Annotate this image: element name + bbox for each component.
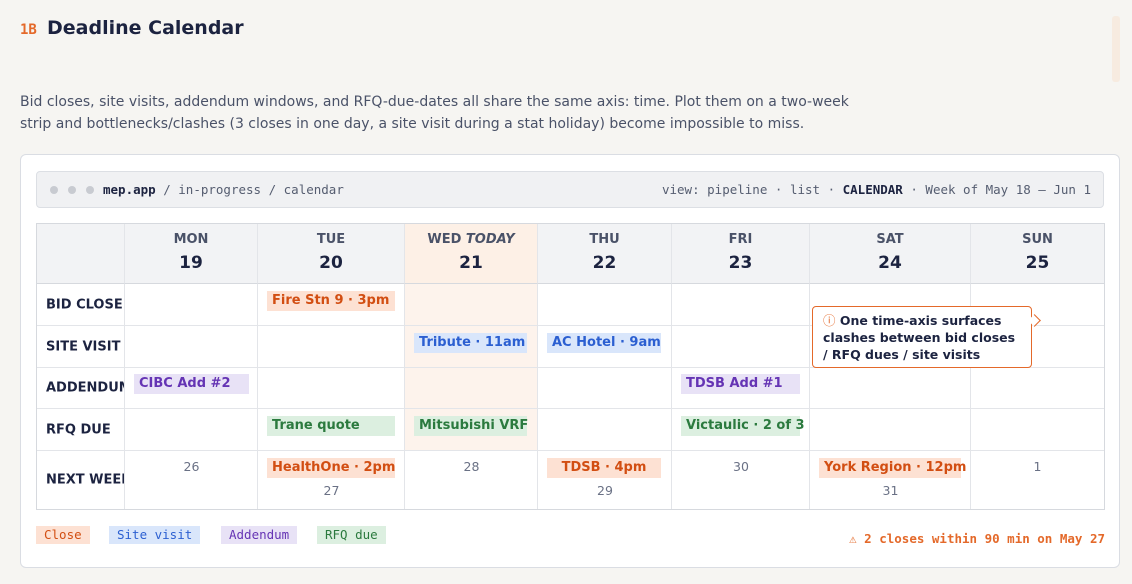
day-header-tue: TUE 20 <box>258 224 405 284</box>
date-number: 31 <box>882 483 899 498</box>
row-label-site-visit: SITE VISIT <box>37 326 125 368</box>
legend-close: Close <box>36 526 90 544</box>
calendar-cell[interactable] <box>405 284 538 326</box>
day-header-fri: FRI 23 <box>672 224 810 284</box>
corner-header <box>37 224 125 284</box>
date-number: 1 <box>1033 459 1042 474</box>
view-pipeline-link[interactable]: pipeline <box>707 182 767 197</box>
section-description: Bid closes, site visits, addendum window… <box>20 94 849 132</box>
legend-addendum: Addendum <box>221 526 298 544</box>
breadcrumb-host[interactable]: mep.app <box>103 182 156 197</box>
breadcrumb: mep.app / in-progress / calendar <box>103 182 344 197</box>
calendar-cell[interactable] <box>258 326 405 368</box>
window-dot-icon <box>50 186 58 194</box>
bid-close-event[interactable]: TDSB · 4pm <box>547 458 661 478</box>
clash-callout: ⓘ One time-axis surfaces clashes between… <box>812 306 1032 368</box>
section-number: 1B <box>20 22 37 38</box>
calendar-cell[interactable] <box>125 409 258 451</box>
calendar-cell[interactable] <box>971 409 1104 451</box>
date-number: 27 <box>323 483 340 498</box>
row-label-rfq-due: RFQ DUE <box>37 409 125 451</box>
week-range-label: Week of May 18 — Jun 1 <box>925 182 1091 197</box>
date-number: 26 <box>183 459 200 474</box>
clash-warning: ⚠ 2 closes within 90 min on May 27 <box>849 531 1105 546</box>
site-visit-event[interactable]: AC Hotel · 9am <box>547 333 661 353</box>
day-header-sat: SAT 24 <box>810 224 971 284</box>
section-title: Deadline Calendar <box>47 17 244 39</box>
day-header-thu: THU 22 <box>538 224 672 284</box>
today-label: TODAY <box>465 232 515 247</box>
bid-close-event[interactable]: Fire Stn 9 · 3pm <box>267 291 395 311</box>
scroll-edge <box>1112 16 1120 82</box>
calendar-cell[interactable] <box>538 368 672 409</box>
window-dot-icon <box>68 186 76 194</box>
row-label-bid-close: BID CLOSE <box>37 284 125 326</box>
date-number: 29 <box>597 483 613 498</box>
date-number: 28 <box>463 459 480 474</box>
date-number: 30 <box>733 459 749 474</box>
callout-text: One time-axis surfaces clashes between b… <box>823 313 1016 362</box>
browser-bar: mep.app / in-progress / calendar view: p… <box>36 171 1104 208</box>
rfq-due-event[interactable]: Mitsubishi VRF <box>414 416 528 436</box>
day-header-sun: SUN 25 <box>971 224 1104 284</box>
calendar-cell[interactable] <box>672 326 810 368</box>
calendar-cell[interactable] <box>810 368 971 409</box>
calendar-cell[interactable] <box>405 368 538 409</box>
legend-site-visit: Site visit <box>109 526 201 544</box>
window-dot-icon <box>86 186 94 194</box>
addendum-event[interactable]: TDSB Add #1 <box>681 374 800 394</box>
day-header-mon: MON 19 <box>125 224 258 284</box>
view-calendar-link[interactable]: CALENDAR <box>843 182 903 197</box>
rfq-due-event[interactable]: Trane quote <box>267 416 395 436</box>
calendar-cell[interactable] <box>538 284 672 326</box>
site-visit-event[interactable]: Tribute · 11am <box>414 333 527 353</box>
breadcrumb-in-progress[interactable]: in-progress <box>178 182 261 197</box>
calendar-cell[interactable] <box>538 409 672 451</box>
row-label-addendum: ADDENDUM <box>37 368 125 409</box>
calendar-cell[interactable] <box>810 409 971 451</box>
info-icon: ⓘ <box>823 313 836 328</box>
calendar-cell[interactable] <box>971 368 1104 409</box>
rfq-due-event[interactable]: Victaulic · 2 of 3 <box>681 416 805 436</box>
calendar-cell[interactable] <box>672 284 810 326</box>
legend-rfq-due: RFQ due <box>317 526 386 544</box>
view-list-link[interactable]: list <box>790 182 820 197</box>
calendar-cell[interactable] <box>258 368 405 409</box>
row-label-next-week: NEXT WEEK <box>37 451 125 509</box>
calendar-cell[interactable] <box>125 284 258 326</box>
view-switcher: view: pipeline · list · CALENDAR · Week … <box>661 182 1091 197</box>
breadcrumb-calendar[interactable]: calendar <box>284 182 344 197</box>
bid-close-event[interactable]: York Region · 12pm <box>819 458 966 478</box>
day-header-wed-today: WED TODAY 21 <box>405 224 538 284</box>
addendum-event[interactable]: CIBC Add #2 <box>134 374 249 394</box>
calendar-cell[interactable] <box>125 326 258 368</box>
bid-close-event[interactable]: HealthOne · 2pm <box>267 458 395 478</box>
